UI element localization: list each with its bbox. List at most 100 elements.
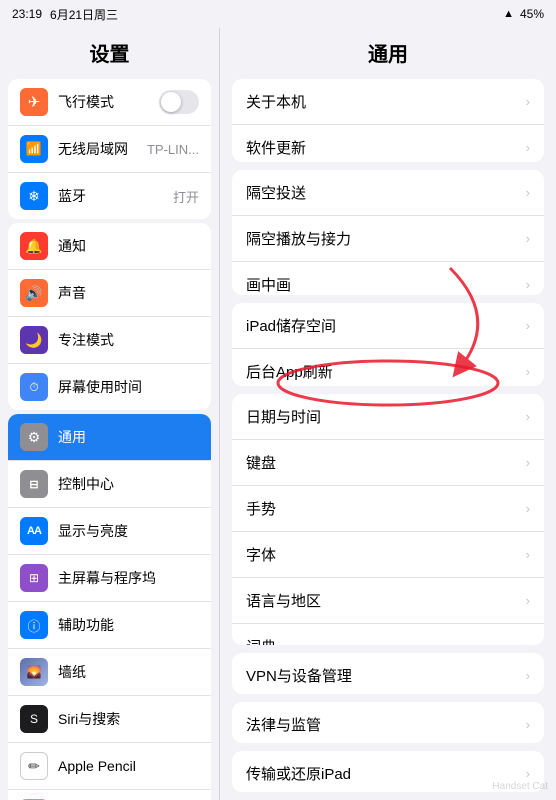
right-item-dictionary[interactable]: 词典 › bbox=[232, 624, 544, 645]
wifi-value: TP-LIN... bbox=[147, 142, 199, 157]
sidebar-item-touchid[interactable]: ☁ 触控ID与密码 bbox=[8, 790, 211, 800]
focus-label: 专注模式 bbox=[58, 330, 199, 350]
right-item-keyboard[interactable]: 键盘 › bbox=[232, 440, 544, 486]
dictionary-chevron: › bbox=[526, 639, 530, 645]
sidebar-item-homescreen[interactable]: ⊞ 主屏幕与程序坞 bbox=[8, 555, 211, 602]
sidebar-item-applepencil[interactable]: ✏ Apple Pencil bbox=[8, 743, 211, 790]
sidebar-item-airplane[interactable]: ✈ 飞行模式 bbox=[8, 79, 211, 126]
right-item-software[interactable]: 软件更新 › bbox=[232, 125, 544, 162]
applepencil-icon: ✏ bbox=[20, 752, 48, 780]
right-section-storage: iPad储存空间 › 后台App刷新 › bbox=[232, 303, 544, 386]
datetime-label: 日期与时间 bbox=[246, 406, 526, 427]
right-item-airdrop[interactable]: 隔空投送 › bbox=[232, 170, 544, 216]
sidebar-item-screentime[interactable]: ⏱ 屏幕使用时间 bbox=[8, 364, 211, 410]
storage-label: iPad储存空间 bbox=[246, 315, 526, 336]
siri-label: Siri与搜索 bbox=[58, 709, 199, 729]
accessibility-label: 辅助功能 bbox=[58, 615, 199, 635]
homescreen-icon: ⊞ bbox=[20, 564, 48, 592]
right-item-airplay[interactable]: 隔空播放与接力 › bbox=[232, 216, 544, 262]
right-section-airplay: 隔空投送 › 隔空播放与接力 › 画中画 › bbox=[232, 170, 544, 295]
software-chevron: › bbox=[526, 140, 530, 155]
airplane-label: 飞行模式 bbox=[58, 92, 159, 112]
applepencil-label: Apple Pencil bbox=[58, 758, 199, 774]
sidebar-section-general: ⚙ 通用 ⊟ 控制中心 AA 显示与亮度 ⊞ 主屏幕与程序坞 ⓘ 辅助功能 bbox=[8, 414, 211, 800]
homescreen-label: 主屏幕与程序坞 bbox=[58, 568, 199, 588]
storage-chevron: › bbox=[526, 318, 530, 333]
control-label: 控制中心 bbox=[58, 474, 199, 494]
airplay-chevron: › bbox=[526, 231, 530, 246]
status-bar: 23:19 6月21日周三 ▲ 45% bbox=[0, 0, 556, 28]
general-icon: ⚙ bbox=[20, 423, 48, 451]
legal-chevron: › bbox=[526, 717, 530, 732]
transfer-chevron: › bbox=[526, 766, 530, 781]
right-item-legal[interactable]: 法律与监管 › bbox=[232, 702, 544, 743]
right-section-legal: 法律与监管 › bbox=[232, 702, 544, 743]
software-label: 软件更新 bbox=[246, 137, 526, 158]
right-panel-title: 通用 bbox=[220, 28, 556, 75]
date: 6月21日周三 bbox=[50, 6, 118, 23]
bluetooth-value: 打开 bbox=[173, 187, 199, 206]
wifi-icon: ▲ bbox=[503, 8, 514, 20]
sidebar-item-wallpaper[interactable]: 🌄 墙纸 bbox=[8, 649, 211, 696]
siri-icon: S bbox=[20, 705, 48, 733]
sound-icon: 🔊 bbox=[20, 279, 48, 307]
right-item-bgapp[interactable]: 后台App刷新 › bbox=[232, 349, 544, 386]
right-item-transfer[interactable]: 传输或还原iPad › bbox=[232, 751, 544, 792]
right-item-vpn[interactable]: VPN与设备管理 › bbox=[232, 653, 544, 694]
sidebar-item-control[interactable]: ⊟ 控制中心 bbox=[8, 461, 211, 508]
wallpaper-label: 墙纸 bbox=[58, 662, 199, 682]
sidebar-item-focus[interactable]: 🌙 专注模式 bbox=[8, 317, 211, 364]
sidebar-section-system: 🔔 通知 🔊 声音 🌙 专注模式 ⏱ 屏幕使用时间 bbox=[8, 223, 211, 410]
airplay-label: 隔空播放与接力 bbox=[246, 228, 526, 249]
datetime-chevron: › bbox=[526, 409, 530, 424]
vpn-label: VPN与设备管理 bbox=[246, 665, 526, 686]
airdrop-label: 隔空投送 bbox=[246, 182, 526, 203]
pip-chevron: › bbox=[526, 277, 530, 292]
right-item-gesture[interactable]: 手势 › bbox=[232, 486, 544, 532]
right-item-pip[interactable]: 画中画 › bbox=[232, 262, 544, 295]
sidebar-section-connectivity: ✈ 飞行模式 📶 无线局域网 TP-LIN... ❄ 蓝牙 打开 bbox=[8, 79, 211, 219]
sidebar-item-wifi[interactable]: 📶 无线局域网 TP-LIN... bbox=[8, 126, 211, 173]
screentime-label: 屏幕使用时间 bbox=[58, 377, 199, 397]
notification-icon: 🔔 bbox=[20, 232, 48, 260]
legal-label: 法律与监管 bbox=[246, 714, 526, 735]
right-item-storage[interactable]: iPad储存空间 › bbox=[232, 303, 544, 349]
dictionary-label: 词典 bbox=[246, 636, 526, 645]
sidebar-title: 设置 bbox=[0, 28, 219, 75]
right-section-info: 关于本机 › 软件更新 › bbox=[232, 79, 544, 162]
transfer-label: 传输或还原iPad bbox=[246, 763, 526, 784]
language-chevron: › bbox=[526, 593, 530, 608]
pip-label: 画中画 bbox=[246, 274, 526, 295]
sidebar-item-accessibility[interactable]: ⓘ 辅助功能 bbox=[8, 602, 211, 649]
notification-label: 通知 bbox=[58, 236, 199, 256]
time: 23:19 bbox=[12, 7, 42, 21]
language-label: 语言与地区 bbox=[246, 590, 526, 611]
about-chevron: › bbox=[526, 94, 530, 109]
bluetooth-icon: ❄ bbox=[20, 182, 48, 210]
general-label: 通用 bbox=[58, 427, 199, 447]
bluetooth-label: 蓝牙 bbox=[58, 186, 173, 206]
control-icon: ⊟ bbox=[20, 470, 48, 498]
right-item-datetime[interactable]: 日期与时间 › bbox=[232, 394, 544, 440]
display-label: 显示与亮度 bbox=[58, 521, 199, 541]
right-item-about[interactable]: 关于本机 › bbox=[232, 79, 544, 125]
right-section-vpn: VPN与设备管理 › bbox=[232, 653, 544, 694]
sidebar-item-bluetooth[interactable]: ❄ 蓝牙 打开 bbox=[8, 173, 211, 219]
airplane-icon: ✈ bbox=[20, 88, 48, 116]
font-label: 字体 bbox=[246, 544, 526, 565]
sidebar-item-sound[interactable]: 🔊 声音 bbox=[8, 270, 211, 317]
airplane-toggle[interactable] bbox=[159, 90, 199, 114]
sidebar-item-siri[interactable]: S Siri与搜索 bbox=[8, 696, 211, 743]
right-item-font[interactable]: 字体 › bbox=[232, 532, 544, 578]
accessibility-icon: ⓘ bbox=[20, 611, 48, 639]
keyboard-chevron: › bbox=[526, 455, 530, 470]
wifi-icon-item: 📶 bbox=[20, 135, 48, 163]
sidebar-item-general[interactable]: ⚙ 通用 bbox=[8, 414, 211, 461]
sidebar: 设置 ✈ 飞行模式 📶 无线局域网 TP-LIN... ❄ 蓝牙 打开 bbox=[0, 28, 220, 800]
sidebar-item-display[interactable]: AA 显示与亮度 bbox=[8, 508, 211, 555]
gesture-chevron: › bbox=[526, 501, 530, 516]
keyboard-label: 键盘 bbox=[246, 452, 526, 473]
sidebar-item-notification[interactable]: 🔔 通知 bbox=[8, 223, 211, 270]
right-item-language[interactable]: 语言与地区 › bbox=[232, 578, 544, 624]
right-section-locale: 日期与时间 › 键盘 › 手势 › 字体 › 语言与地区 › 词典 › bbox=[232, 394, 544, 645]
